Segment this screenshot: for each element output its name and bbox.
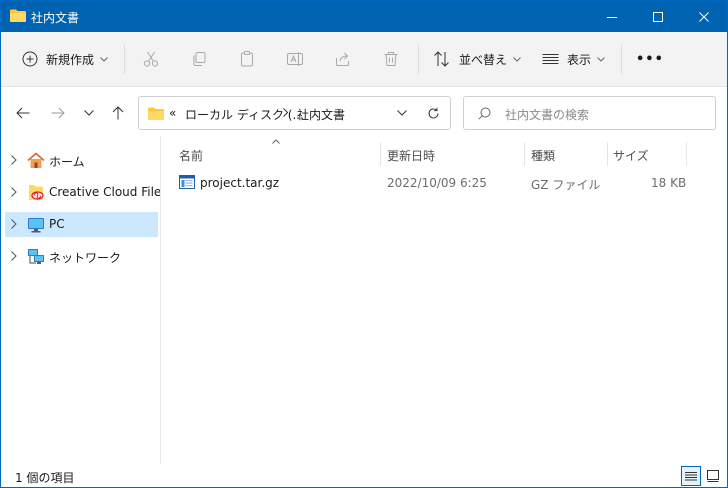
cut-icon bbox=[143, 51, 159, 67]
breadcrumb-overflow[interactable]: « bbox=[169, 106, 176, 120]
search-placeholder: 社内文書の検索 bbox=[505, 108, 590, 122]
chevron-down-icon bbox=[597, 56, 605, 62]
cut-button[interactable] bbox=[139, 47, 163, 71]
archive-file-icon bbox=[179, 175, 195, 189]
forward-button[interactable] bbox=[47, 102, 69, 124]
file-type: GZ ファイル bbox=[531, 178, 601, 192]
navigation-pane: ホーム Creative Cloud Files PC ネットワーク bbox=[1, 136, 168, 464]
folder-icon bbox=[10, 9, 26, 22]
chevron-down-icon bbox=[513, 56, 521, 62]
new-button[interactable]: 新規作成 bbox=[22, 42, 108, 76]
details-view-icon bbox=[685, 472, 697, 481]
column-divider[interactable] bbox=[607, 142, 608, 166]
window-title: 社内文書 bbox=[31, 11, 80, 25]
share-icon bbox=[336, 52, 349, 66]
view-button[interactable]: 表示 bbox=[542, 42, 605, 76]
toolbar-divider bbox=[124, 44, 125, 74]
home-icon bbox=[27, 152, 45, 168]
chevron-right-icon[interactable] bbox=[11, 187, 17, 197]
file-name[interactable]: project.tar.gz bbox=[200, 176, 279, 190]
arrow-left-icon bbox=[16, 107, 30, 119]
tiles-view-icon bbox=[707, 470, 719, 482]
pc-icon bbox=[28, 218, 44, 233]
chevron-down-icon[interactable] bbox=[397, 110, 407, 116]
file-modified: 2022/10/09 6:25 bbox=[387, 176, 487, 190]
minimize-button[interactable] bbox=[589, 1, 635, 32]
sidebar-item-network[interactable]: ネットワーク bbox=[5, 244, 158, 269]
details-view-button[interactable] bbox=[681, 466, 701, 486]
paste-icon bbox=[241, 51, 253, 67]
column-divider[interactable] bbox=[380, 142, 381, 166]
item-count: 1 個の項目 bbox=[15, 471, 75, 485]
sidebar-item-label: ネットワーク bbox=[49, 251, 122, 265]
chevron-right-icon[interactable] bbox=[11, 155, 17, 165]
sidebar-item-pc[interactable]: PC bbox=[5, 212, 158, 237]
column-header-name[interactable]: 名前 bbox=[179, 147, 203, 164]
share-button[interactable] bbox=[331, 47, 355, 71]
file-size: 18 KB bbox=[651, 176, 687, 190]
arrow-up-icon bbox=[112, 106, 124, 120]
plus-circle-icon bbox=[22, 51, 38, 67]
sidebar-item-label: ホーム bbox=[49, 155, 85, 169]
new-label: 新規作成 bbox=[46, 52, 95, 67]
toolbar-divider bbox=[621, 44, 622, 74]
view-list-icon bbox=[542, 54, 559, 64]
column-header-type[interactable]: 種類 bbox=[531, 147, 555, 164]
creative-cloud-icon bbox=[29, 185, 44, 200]
sort-icon bbox=[434, 51, 449, 67]
paste-button[interactable] bbox=[235, 47, 259, 71]
column-header-modified[interactable]: 更新日時 bbox=[387, 147, 435, 164]
copy-button[interactable] bbox=[187, 47, 211, 71]
navigation-bar: « ローカル ディスク (... 社内文書 社内文書の検索 bbox=[1, 88, 727, 136]
sidebar-item-home[interactable]: ホーム bbox=[5, 148, 158, 173]
sidebar-item-creative-cloud[interactable]: Creative Cloud Files bbox=[5, 180, 168, 205]
delete-icon bbox=[384, 52, 398, 66]
sidebar-item-label: PC bbox=[49, 217, 65, 231]
address-bar[interactable]: « ローカル ディスク (... 社内文書 bbox=[138, 96, 451, 130]
close-button[interactable] bbox=[681, 1, 727, 32]
arrow-right-icon bbox=[51, 107, 65, 119]
chevron-down-icon bbox=[100, 56, 108, 62]
minimize-icon bbox=[607, 16, 617, 18]
recent-locations-button[interactable] bbox=[78, 102, 100, 124]
maximize-button[interactable] bbox=[635, 1, 681, 32]
table-row[interactable]: project.tar.gz 2022/10/09 6:25 GZ ファイル 1… bbox=[178, 173, 688, 193]
column-divider[interactable] bbox=[524, 142, 525, 166]
delete-button[interactable] bbox=[379, 47, 403, 71]
more-icon: ••• bbox=[636, 51, 664, 67]
status-bar: 1 個の項目 bbox=[1, 464, 727, 487]
rename-button[interactable] bbox=[283, 47, 307, 71]
explorer-window: 社内文書 新規作成 並べ替え 表示 ••• « ローカル ディスク (... 社… bbox=[0, 0, 728, 488]
back-button[interactable] bbox=[12, 102, 34, 124]
column-header-size[interactable]: サイズ bbox=[613, 147, 649, 164]
chevron-right-icon[interactable] bbox=[11, 219, 17, 229]
sort-button[interactable]: 並べ替え bbox=[433, 42, 521, 76]
file-list: 名前 更新日時 種類 サイズ project.tar.gz 2022/10/09… bbox=[161, 136, 727, 464]
breadcrumb-item[interactable]: 社内文書 bbox=[297, 106, 345, 123]
chevron-right-icon[interactable] bbox=[11, 251, 17, 261]
rename-icon bbox=[287, 52, 303, 66]
large-icons-view-button[interactable] bbox=[703, 466, 723, 486]
refresh-icon[interactable] bbox=[427, 107, 440, 120]
title-bar[interactable]: 社内文書 bbox=[1, 1, 727, 32]
close-icon bbox=[699, 11, 709, 22]
folder-icon bbox=[148, 107, 164, 120]
sort-ascending-icon bbox=[272, 139, 280, 144]
more-button[interactable]: ••• bbox=[636, 42, 664, 76]
chevron-right-icon[interactable] bbox=[283, 108, 288, 117]
sort-label: 並べ替え bbox=[459, 52, 508, 67]
search-icon bbox=[478, 107, 491, 120]
network-icon bbox=[28, 249, 44, 264]
copy-icon bbox=[193, 52, 206, 66]
column-divider[interactable] bbox=[686, 142, 687, 166]
command-bar: 新規作成 並べ替え 表示 ••• bbox=[1, 32, 727, 87]
chevron-down-icon bbox=[84, 110, 94, 116]
view-label: 表示 bbox=[567, 52, 592, 67]
sidebar-item-label: Creative Cloud Files bbox=[49, 185, 168, 199]
maximize-icon bbox=[653, 11, 663, 22]
search-box[interactable]: 社内文書の検索 bbox=[463, 96, 716, 130]
up-button[interactable] bbox=[107, 102, 129, 124]
toolbar-divider bbox=[418, 44, 419, 74]
